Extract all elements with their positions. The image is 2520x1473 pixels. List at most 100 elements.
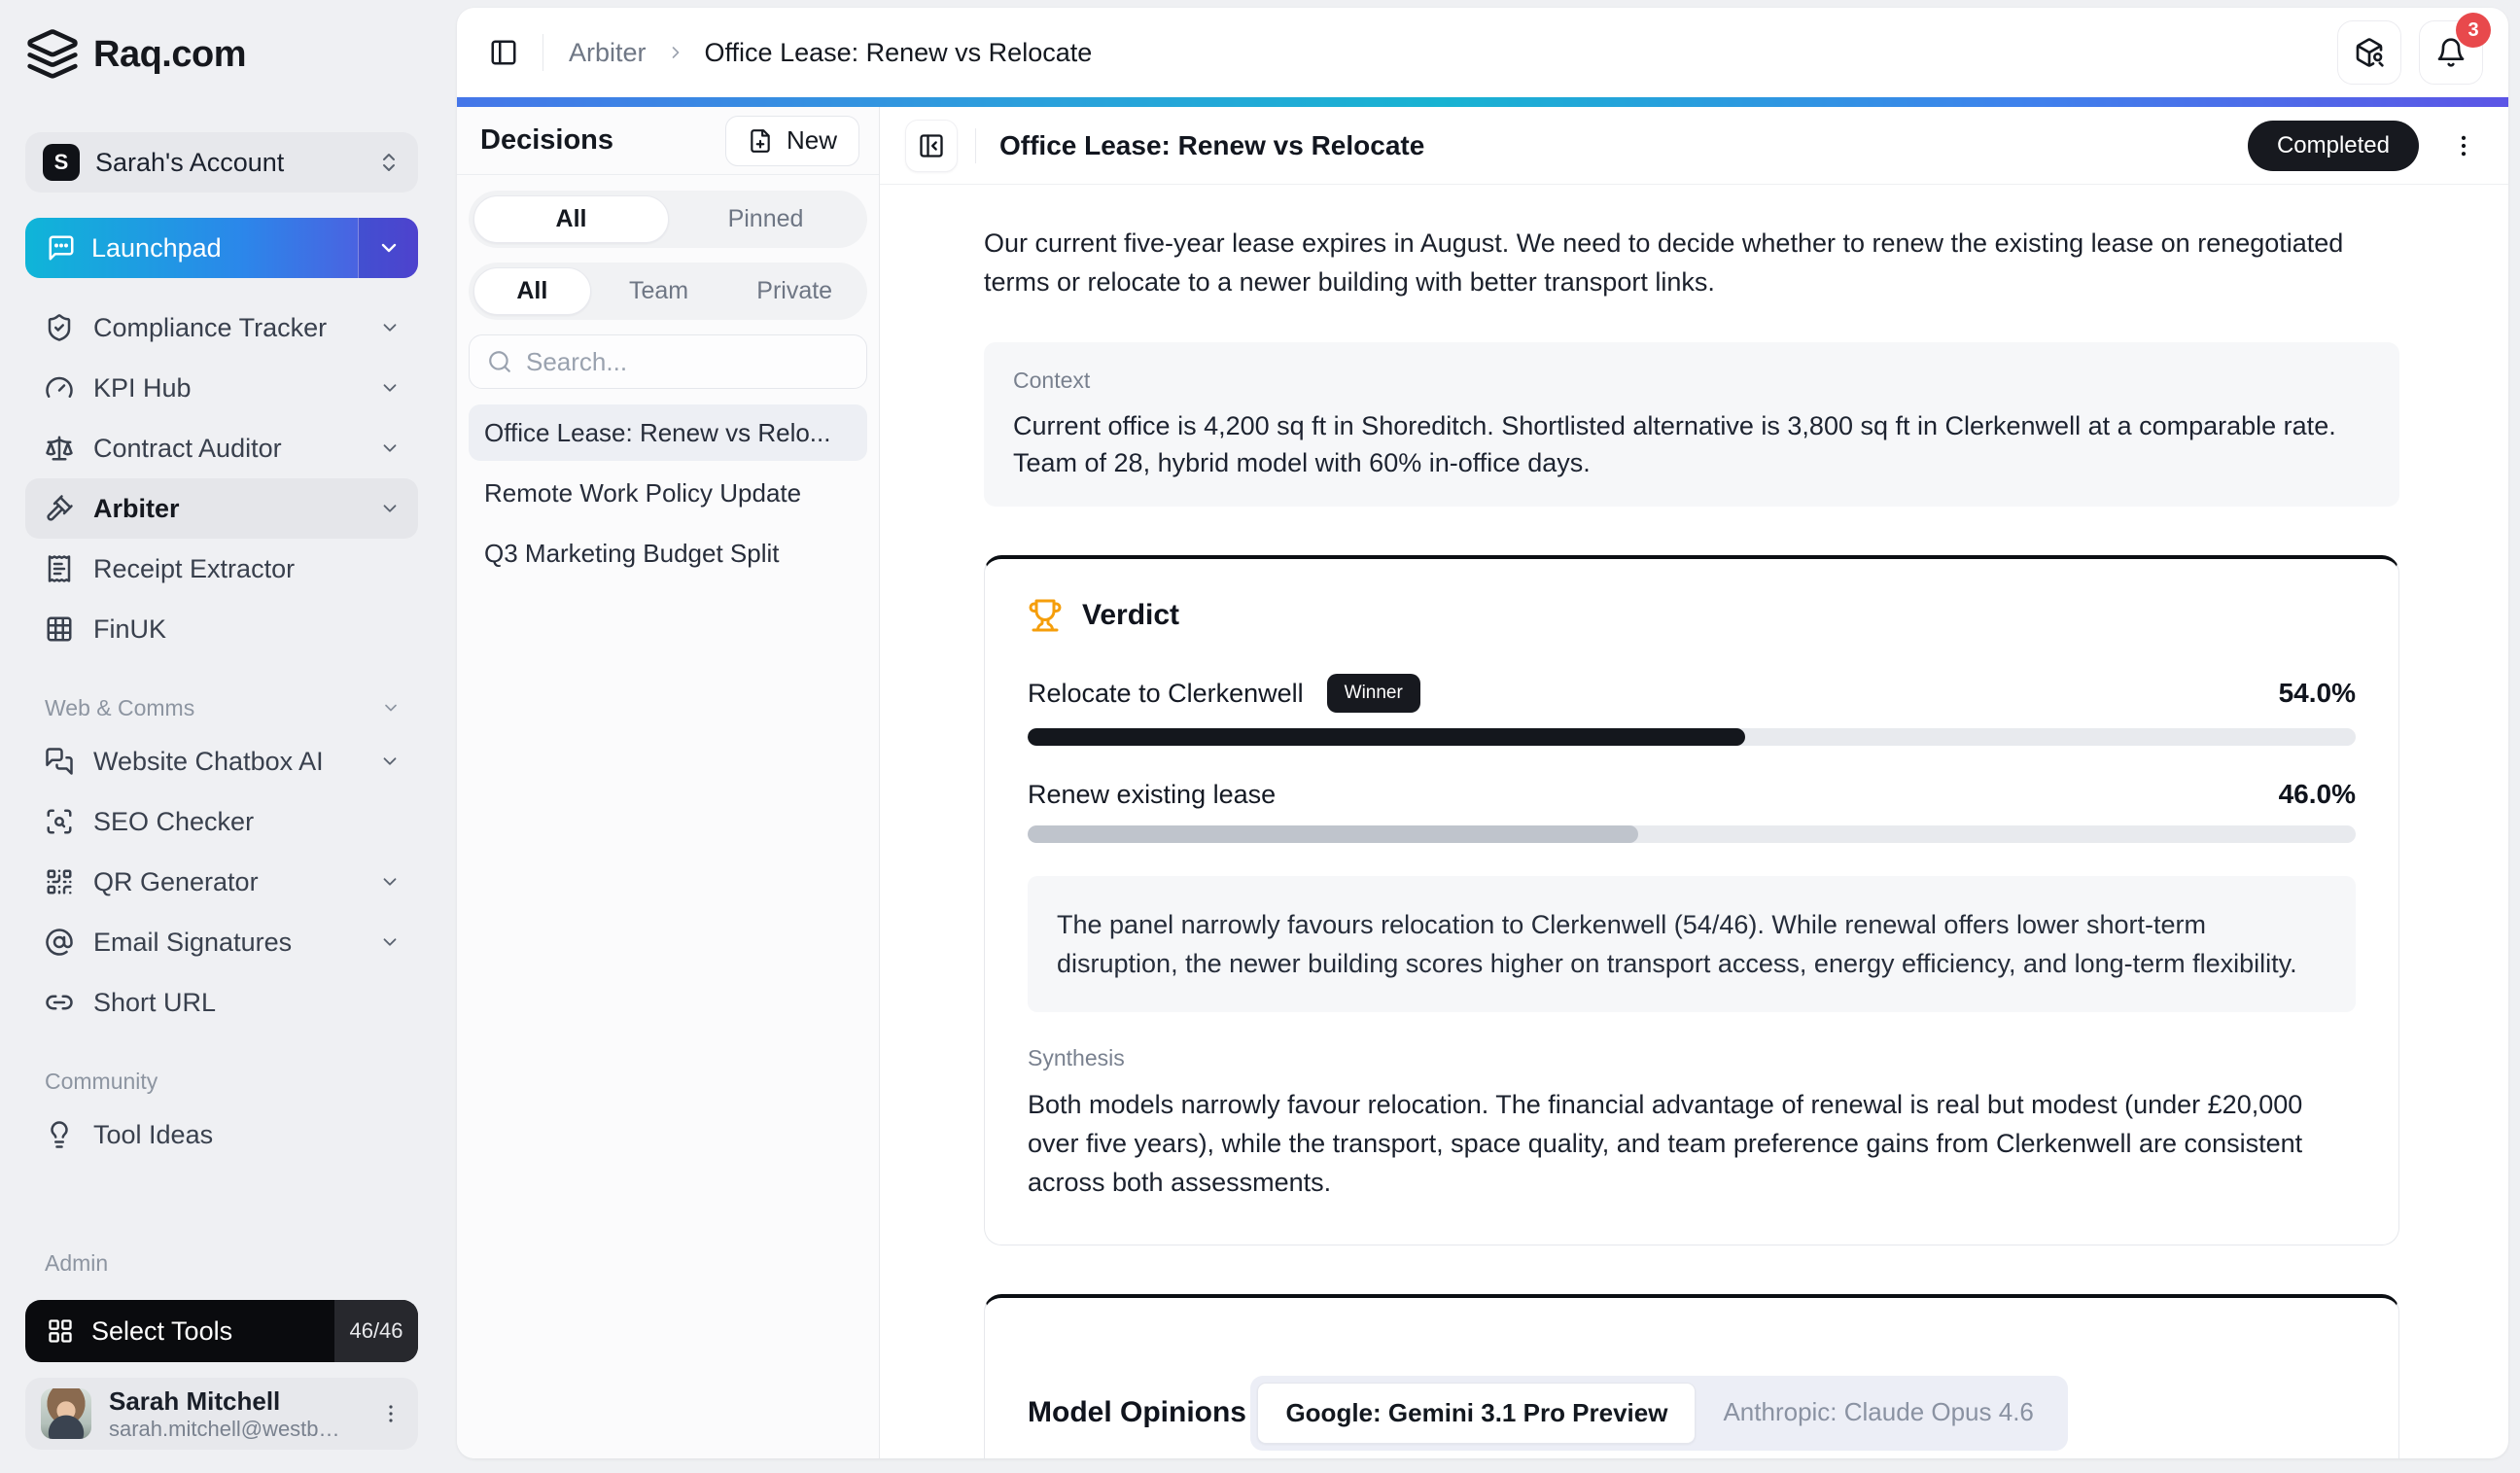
detail-header-divider — [975, 128, 976, 163]
at-sign-icon — [45, 928, 74, 957]
page-title: Office Lease: Renew vs Relocate — [999, 130, 1424, 161]
user-menu[interactable]: Sarah Mitchell sarah.mitchell@westbur... — [25, 1378, 418, 1450]
scope-filter-tabs: All Team Private — [469, 263, 867, 320]
package-search-icon — [2354, 37, 2385, 68]
sidebar-item-website-chatbox-ai[interactable]: Website Chatbox AI — [25, 731, 418, 791]
notifications-button[interactable]: 3 — [2419, 20, 2483, 85]
sidebar-section-admin: Admin — [25, 1240, 418, 1286]
collapse-panel-button[interactable] — [905, 120, 958, 172]
tab-model-gemini[interactable]: Google: Gemini 3.1 Pro Preview — [1257, 1383, 1696, 1444]
chevron-down-icon — [379, 871, 401, 893]
scan-search-icon — [45, 807, 74, 836]
chevron-down-icon — [381, 698, 401, 718]
search-input[interactable] — [526, 347, 849, 377]
sidebar-item-contract-auditor[interactable]: Contract Auditor — [25, 418, 418, 478]
user-avatar-photo — [41, 1388, 91, 1439]
decision-intro: Our current five-year lease expires in A… — [984, 224, 2399, 301]
tab-private[interactable]: Private — [726, 267, 862, 315]
sidebar-item-arbiter[interactable]: Arbiter — [25, 478, 418, 539]
layout-grid-icon — [47, 1317, 74, 1345]
sidebar-item-compliance-tracker[interactable]: Compliance Tracker — [25, 298, 418, 358]
link-icon — [45, 988, 74, 1017]
shield-check-icon — [45, 313, 74, 342]
chevron-down-icon — [377, 236, 401, 260]
new-decision-button[interactable]: New — [725, 116, 859, 166]
sidebar-item-email-signatures[interactable]: Email Signatures — [25, 912, 418, 972]
select-tools-main[interactable]: Select Tools — [25, 1316, 334, 1347]
sidebar-item-short-url[interactable]: Short URL — [25, 972, 418, 1033]
decision-list-item[interactable]: Remote Work Policy Update — [469, 465, 867, 521]
layers-logo-icon — [25, 27, 80, 82]
account-switcher[interactable]: S Sarah's Account — [25, 132, 418, 193]
decision-list-item[interactable]: Office Lease: Renew vs Relo... — [469, 404, 867, 461]
ellipsis-vertical-icon — [2450, 132, 2477, 159]
decisions-content: All Pinned All Team Private Office Lease… — [457, 175, 879, 585]
package-search-button[interactable] — [2337, 20, 2401, 85]
chevron-down-icon — [379, 317, 401, 338]
chevron-down-icon — [379, 498, 401, 519]
launchpad-expand-button[interactable] — [358, 218, 418, 278]
brand[interactable]: Raq.com — [25, 27, 418, 82]
verdict-card: Verdict Relocate to Clerkenwell Winner 5… — [984, 555, 2399, 1245]
decision-detail: Office Lease: Renew vs Relocate Complete… — [880, 107, 2508, 1458]
topbar-divider — [542, 34, 543, 71]
sidebar-item-kpi-hub[interactable]: KPI Hub — [25, 358, 418, 418]
sidebar-item-receipt-extractor[interactable]: Receipt Extractor — [25, 539, 418, 599]
detail-actions: Completed — [2248, 121, 2483, 171]
tab-team[interactable]: Team — [591, 267, 727, 315]
lightbulb-icon — [45, 1120, 74, 1149]
decision-list-item[interactable]: Q3 Marketing Budget Split — [469, 525, 867, 581]
user-name: Sarah Mitchell — [109, 1386, 362, 1417]
more-options-button[interactable] — [2444, 126, 2483, 165]
detail-header: Office Lease: Renew vs Relocate Complete… — [880, 107, 2508, 185]
panel-left-icon — [489, 38, 518, 67]
receipt-icon — [45, 554, 74, 583]
chevron-right-icon — [666, 43, 685, 62]
trophy-icon — [1028, 598, 1063, 633]
table-icon — [45, 614, 74, 644]
launchpad-main[interactable]: Launchpad — [25, 233, 358, 263]
verdict-option-row: Renew existing lease 46.0% — [1028, 779, 2356, 810]
sidebar-section-web-comms[interactable]: Web & Comms — [25, 684, 418, 731]
select-tools-button[interactable]: Select Tools 46/46 — [25, 1300, 418, 1362]
brand-name: Raq.com — [93, 34, 246, 76]
sidebar-item-tool-ideas[interactable]: Tool Ideas — [25, 1105, 418, 1165]
decisions-search[interactable] — [469, 334, 867, 389]
gavel-icon — [45, 494, 74, 523]
user-meta: Sarah Mitchell sarah.mitchell@westbur... — [109, 1386, 362, 1442]
verdict-option-row: Relocate to Clerkenwell Winner 54.0% — [1028, 674, 2356, 713]
model-tabs: Google: Gemini 3.1 Pro Preview Anthropic… — [1250, 1376, 2067, 1451]
context-box: Context Current office is 4,200 sq ft in… — [984, 342, 2399, 507]
sidebar-toggle-button[interactable] — [478, 27, 529, 78]
chevron-down-icon — [379, 377, 401, 399]
tab-model-claude[interactable]: Anthropic: Claude Opus 4.6 — [1696, 1383, 2060, 1444]
user-email: sarah.mitchell@westbur... — [109, 1417, 342, 1442]
detail-scroll-area[interactable]: Our current five-year lease expires in A… — [880, 185, 2508, 1458]
tools-count-badge: 46/46 — [334, 1300, 418, 1362]
sidebar-item-finuk[interactable]: FinUK — [25, 599, 418, 659]
decisions-title: Decisions — [480, 124, 613, 157]
sidebar-item-seo-checker[interactable]: SEO Checker — [25, 791, 418, 852]
panel-left-close-icon — [918, 132, 945, 159]
tab-all-pinned-filter[interactable]: All — [473, 195, 669, 243]
decisions-panel: Decisions New All Pinned All Team Privat… — [457, 107, 880, 1458]
launchpad-label: Launchpad — [91, 233, 222, 263]
verdict-summary: The panel narrowly favours relocation to… — [1028, 876, 2356, 1012]
file-plus-icon — [748, 128, 773, 154]
launchpad-button[interactable]: Launchpad — [25, 218, 418, 278]
chevron-down-icon — [379, 438, 401, 459]
context-label: Context — [1013, 368, 2370, 394]
sidebar-item-qr-generator[interactable]: QR Generator — [25, 852, 418, 912]
breadcrumb-parent[interactable]: Arbiter — [569, 38, 647, 68]
option-label: Relocate to Clerkenwell — [1028, 679, 1304, 709]
option-label: Renew existing lease — [1028, 780, 1276, 810]
scale-icon — [45, 434, 74, 463]
pinned-filter-tabs: All Pinned — [469, 191, 867, 248]
account-name: Sarah's Account — [95, 148, 362, 178]
option-progress-track — [1028, 825, 2356, 843]
ellipsis-vertical-icon[interactable] — [379, 1402, 402, 1425]
tab-pinned[interactable]: Pinned — [669, 195, 862, 243]
option-progress-track — [1028, 728, 2356, 746]
message-square-icon — [47, 233, 76, 263]
tab-all-scope[interactable]: All — [473, 267, 591, 315]
